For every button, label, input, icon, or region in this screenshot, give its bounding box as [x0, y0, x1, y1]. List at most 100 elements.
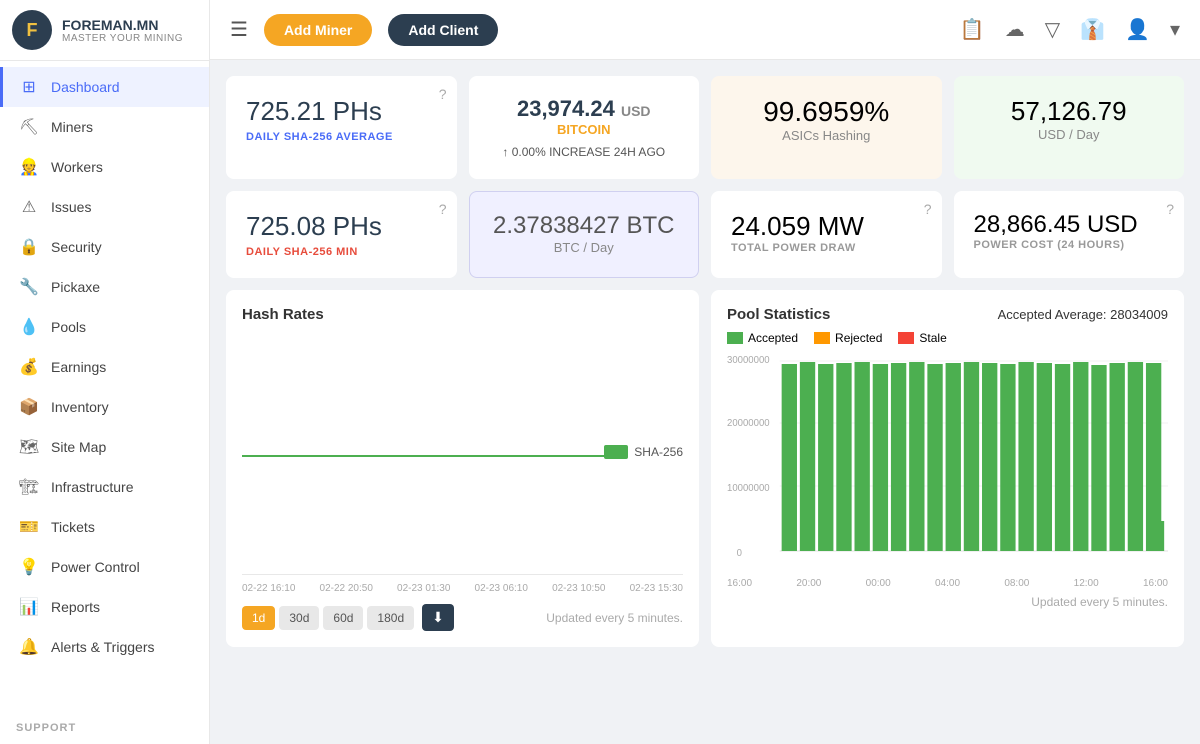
- time-btn-1d[interactable]: 1d: [242, 606, 275, 630]
- stale-legend-box: [898, 332, 914, 344]
- svg-text:30000000: 30000000: [727, 355, 770, 366]
- tickets-icon: 🎫: [19, 517, 39, 537]
- sidebar-item-label: Pickaxe: [51, 279, 100, 295]
- clipboard-icon[interactable]: 📋: [960, 17, 985, 42]
- sidebar-item-reports[interactable]: 📊 Reports: [0, 587, 209, 627]
- svg-text:10000000: 10000000: [727, 483, 770, 494]
- stale-legend-label: Stale: [919, 331, 946, 345]
- powercontrol-icon: 💡: [19, 557, 39, 577]
- power-cost-label: POWER COST (24 HOURS): [974, 239, 1165, 251]
- sidebar-item-miners[interactable]: ⛏ Miners: [0, 107, 209, 147]
- help-icon-sha256-avg[interactable]: ?: [439, 86, 447, 102]
- pool-updated: Updated every 5 minutes.: [727, 595, 1168, 609]
- help-icon-sha256-min[interactable]: ?: [439, 201, 447, 217]
- issues-icon: ⚠: [19, 197, 39, 217]
- pools-icon: 💧: [19, 317, 39, 337]
- sidebar-item-label: Issues: [51, 199, 91, 215]
- pool-title: Pool Statistics: [727, 306, 830, 323]
- sidebar-item-label: Power Control: [51, 559, 140, 575]
- time-btn-30d[interactable]: 30d: [279, 606, 319, 630]
- time-label-3: 02-23 01:30: [397, 583, 450, 594]
- sidebar-item-label: Alerts & Triggers: [51, 639, 154, 655]
- hashrate-time-labels: 02-22 16:10 02-22 20:50 02-23 01:30 02-2…: [242, 583, 683, 594]
- pool-legend-rejected: Rejected: [814, 331, 882, 345]
- earnings-icon: 💰: [19, 357, 39, 377]
- add-client-button[interactable]: Add Client: [388, 14, 498, 46]
- hamburger-icon[interactable]: ☰: [230, 17, 248, 42]
- cloud-icon[interactable]: ☁: [1005, 17, 1025, 42]
- time-label-6: 02-23 15:30: [630, 583, 683, 594]
- help-icon-power[interactable]: ?: [924, 201, 932, 217]
- sidebar-item-pickaxe[interactable]: 🔧 Pickaxe: [0, 267, 209, 307]
- time-btn-60d[interactable]: 60d: [323, 606, 363, 630]
- time-label-2: 02-22 20:50: [320, 583, 373, 594]
- filter-icon[interactable]: ▽: [1045, 17, 1060, 42]
- sidebar-item-label: Miners: [51, 119, 93, 135]
- sidebar-nav: ⊞ Dashboard ⛏ Miners 👷 Workers ⚠ Issues …: [0, 61, 209, 712]
- asics-value: 99.6959%: [731, 96, 922, 128]
- infrastructure-icon: 🏗: [19, 477, 39, 497]
- sidebar-item-issues[interactable]: ⚠ Issues: [0, 187, 209, 227]
- sitemap-icon: 🗺: [19, 437, 39, 457]
- hashrate-title: Hash Rates: [242, 306, 683, 323]
- stat-power-draw: ? 24.059 MW TOTAL POWER DRAW: [711, 191, 942, 278]
- power-draw-label: TOTAL POWER DRAW: [731, 242, 922, 254]
- stat-usd-day: 57,126.79 USD / Day: [954, 76, 1185, 179]
- stats-row1: ? 725.21 PHs DAILY SHA-256 AVERAGE 23,97…: [226, 76, 1184, 179]
- sidebar-support-label: SUPPORT: [0, 712, 209, 744]
- header-left: ☰ Add Miner Add Client: [230, 14, 498, 46]
- sidebar-item-workers[interactable]: 👷 Workers: [0, 147, 209, 187]
- sidebar-item-infrastructure[interactable]: 🏗 Infrastructure: [0, 467, 209, 507]
- sidebar-item-security[interactable]: 🔒 Security: [0, 227, 209, 267]
- sidebar-item-label: Workers: [51, 159, 103, 175]
- sidebar-item-alerts[interactable]: 🔔 Alerts & Triggers: [0, 627, 209, 667]
- user-icon[interactable]: 👤: [1125, 17, 1150, 42]
- btcday-value: 2.37838427 BTC: [490, 212, 679, 240]
- header-right: 📋 ☁ ▽ 👔 👤 ▾: [960, 17, 1180, 42]
- header: ☰ Add Miner Add Client 📋 ☁ ▽ 👔 👤 ▾: [210, 0, 1200, 60]
- stat-sha256-avg: ? 725.21 PHs DAILY SHA-256 AVERAGE: [226, 76, 457, 179]
- stats-row2: ? 725.08 PHs DAILY SHA-256 MIN 2.3783842…: [226, 191, 1184, 278]
- stat-power-cost: ? 28,866.45 USD POWER COST (24 HOURS): [954, 191, 1185, 278]
- bitcoin-value: 23,974.24 USD: [489, 96, 680, 122]
- add-miner-button[interactable]: Add Miner: [264, 14, 372, 46]
- x-label-16: 16:00: [727, 578, 752, 589]
- alerts-icon: 🔔: [19, 637, 39, 657]
- hashrate-line: [242, 455, 623, 457]
- sidebar-item-label: Dashboard: [51, 79, 120, 95]
- pool-card: Pool Statistics Accepted Average: 280340…: [711, 290, 1184, 647]
- sidebar-item-label: Inventory: [51, 399, 109, 415]
- x-label-08: 08:00: [1004, 578, 1029, 589]
- sha256-min-label: DAILY SHA-256 MIN: [246, 246, 437, 258]
- sidebar-item-pools[interactable]: 💧 Pools: [0, 307, 209, 347]
- time-btn-180d[interactable]: 180d: [367, 606, 414, 630]
- sidebar-logo: F FOREMAN.MN MASTER YOUR MINING: [0, 0, 209, 61]
- logo-subtitle: MASTER YOUR MINING: [62, 33, 183, 44]
- sidebar-item-tickets[interactable]: 🎫 Tickets: [0, 507, 209, 547]
- sidebar-item-powercontrol[interactable]: 💡 Power Control: [0, 547, 209, 587]
- hashrate-legend: SHA-256: [604, 445, 683, 459]
- time-label-5: 02-23 10:50: [552, 583, 605, 594]
- pool-legend-accepted: Accepted: [727, 331, 798, 345]
- stat-sha256-min: ? 725.08 PHs DAILY SHA-256 MIN: [226, 191, 457, 278]
- hashrate-updated: Updated every 5 minutes.: [546, 611, 683, 625]
- sidebar-item-dashboard[interactable]: ⊞ Dashboard: [0, 67, 209, 107]
- chevron-down-icon[interactable]: ▾: [1170, 17, 1180, 42]
- sidebar-item-label: Infrastructure: [51, 479, 133, 495]
- help-icon-cost[interactable]: ?: [1166, 201, 1174, 217]
- pickaxe-icon: 🔧: [19, 277, 39, 297]
- manager-icon[interactable]: 👔: [1080, 17, 1105, 42]
- sidebar-item-earnings[interactable]: 💰 Earnings: [0, 347, 209, 387]
- charts-row: Hash Rates SHA-256 02-22 16:10 02-22 20:…: [226, 290, 1184, 647]
- chart-controls: 1d 30d 60d 180d ⬇ Updated every 5 minute…: [242, 604, 683, 631]
- hashrate-chart-area: SHA-256: [242, 335, 683, 575]
- rejected-legend-label: Rejected: [835, 331, 882, 345]
- sidebar-item-label: Site Map: [51, 439, 106, 455]
- download-button[interactable]: ⬇: [422, 604, 454, 631]
- sidebar-item-label: Pools: [51, 319, 86, 335]
- sidebar-item-sitemap[interactable]: 🗺 Site Map: [0, 427, 209, 467]
- sha256-legend-label: SHA-256: [634, 445, 683, 459]
- rejected-legend-box: [814, 332, 830, 344]
- sidebar-item-inventory[interactable]: 📦 Inventory: [0, 387, 209, 427]
- power-draw-value: 24.059 MW: [731, 211, 922, 242]
